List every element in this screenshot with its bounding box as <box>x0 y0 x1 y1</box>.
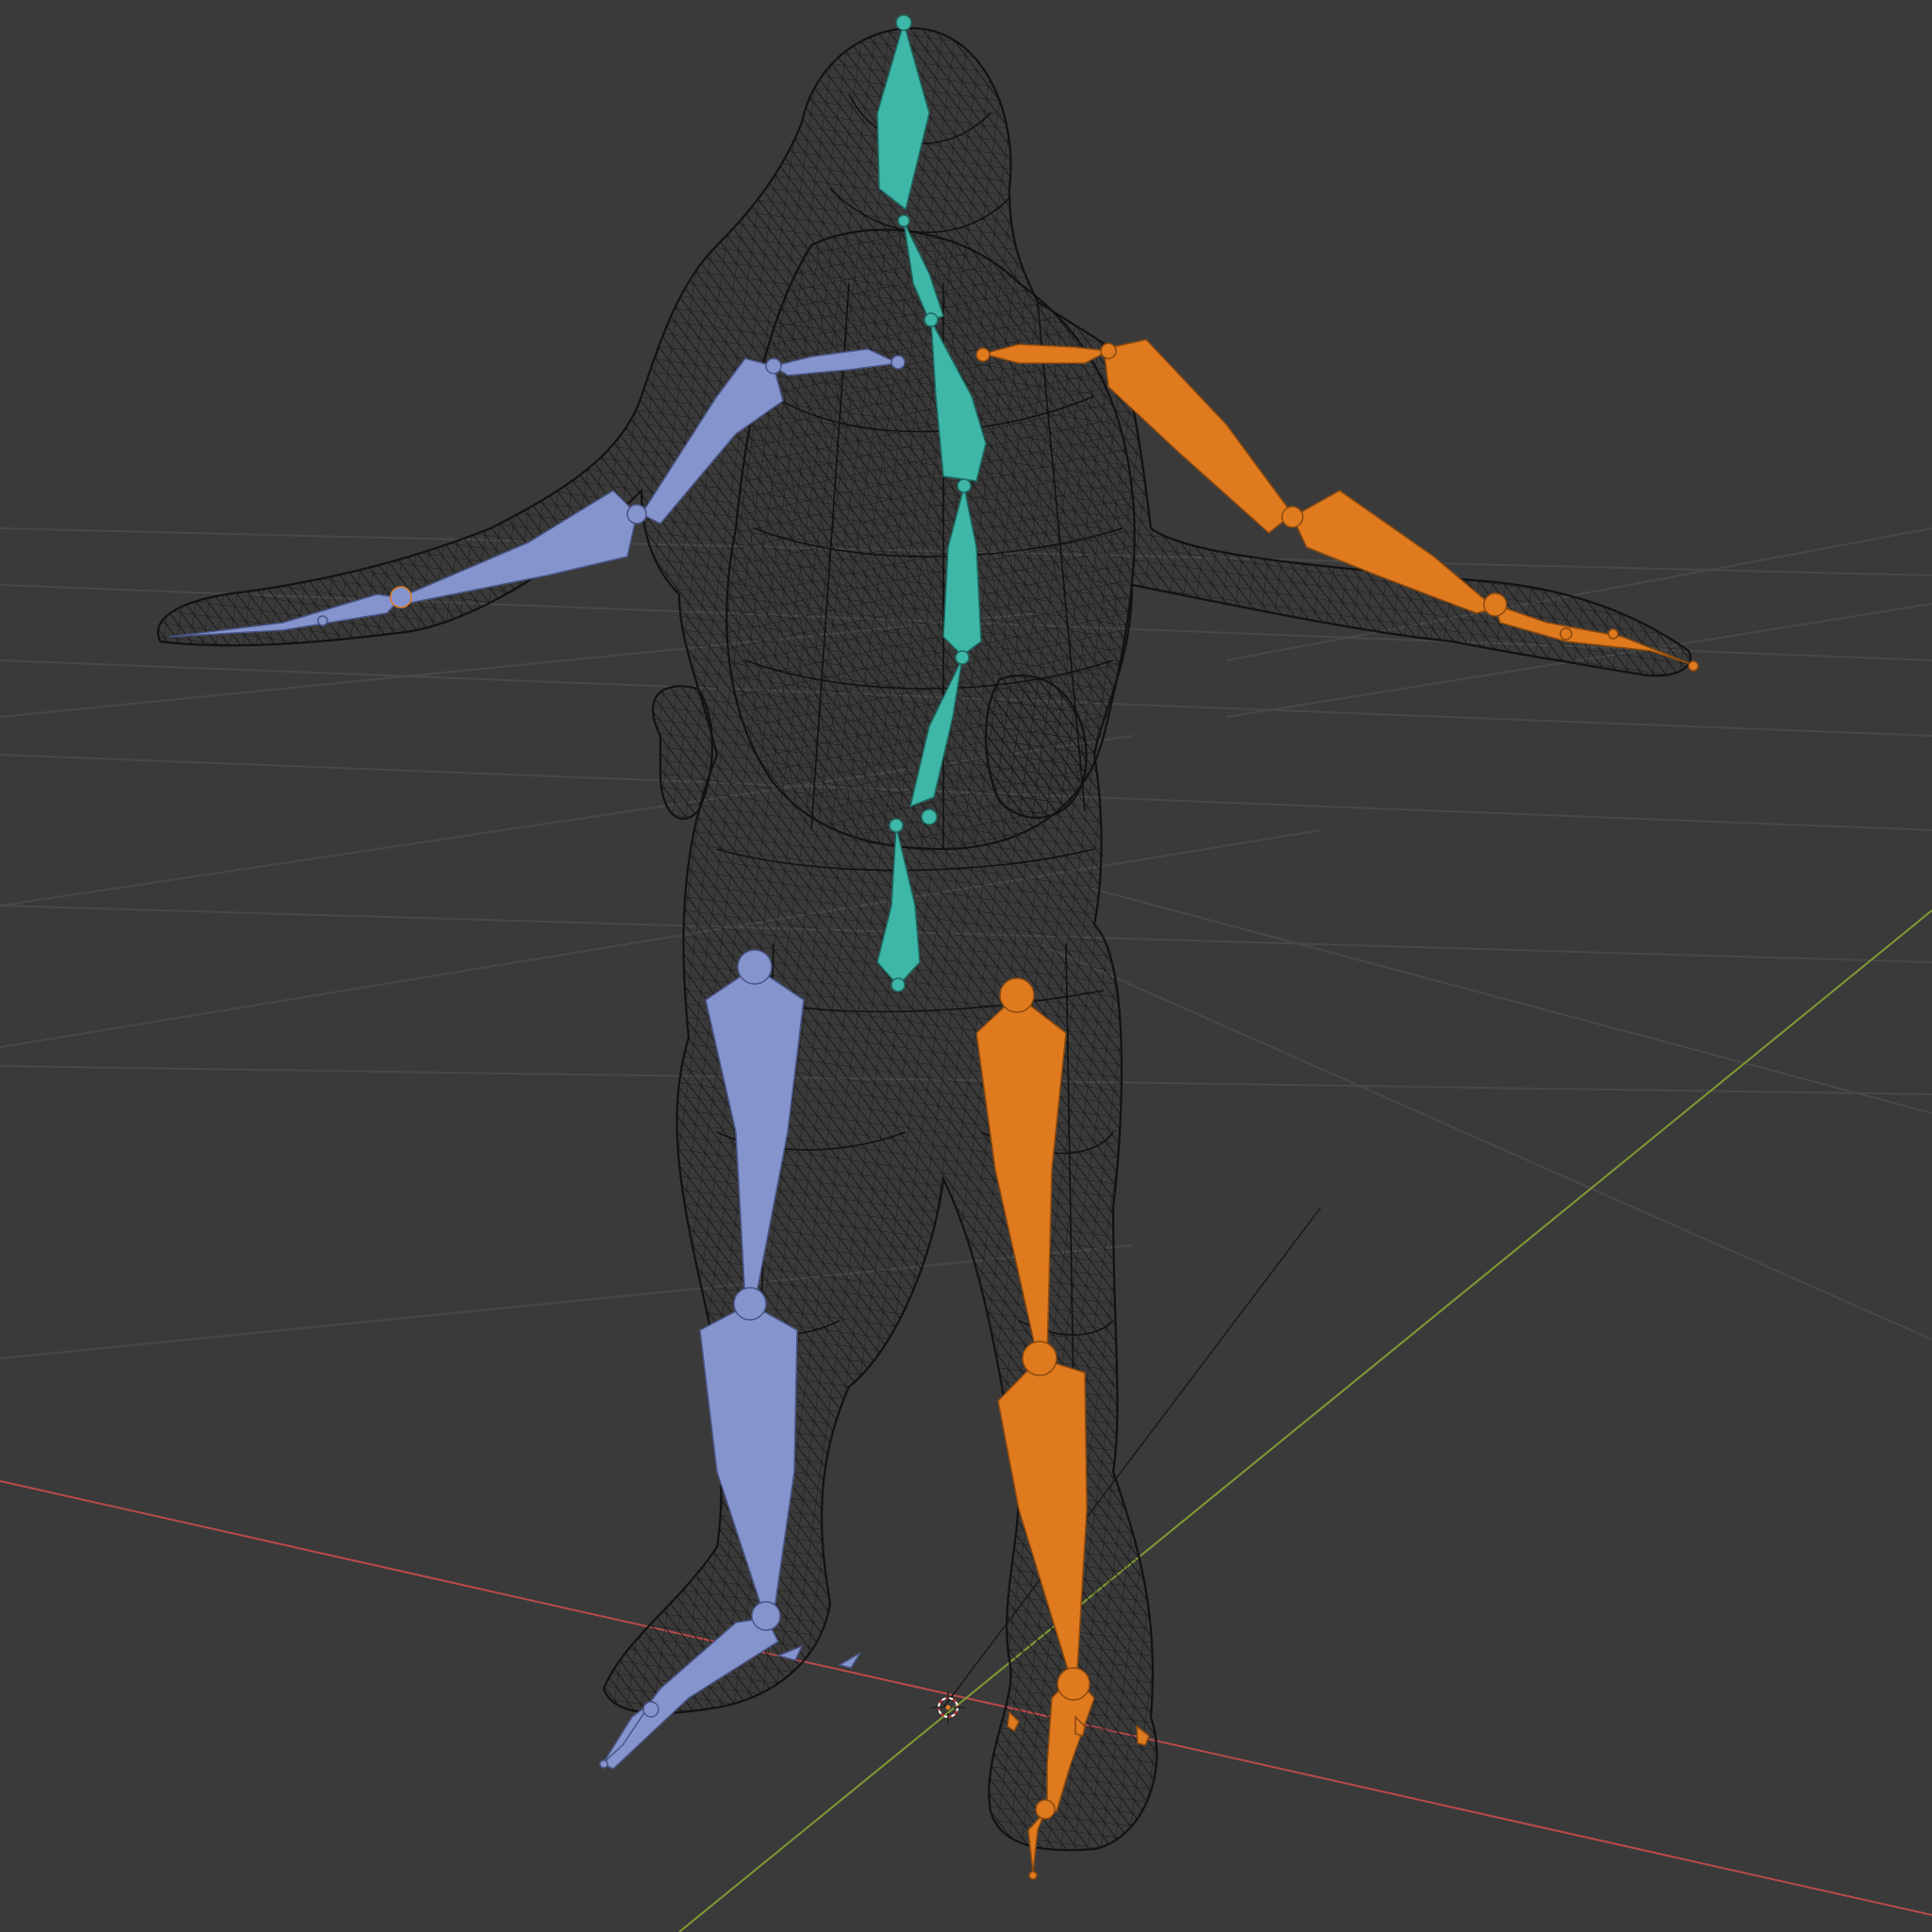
joint-left-toe-base[interactable] <box>642 1701 659 1718</box>
joint-head-top[interactable] <box>895 14 912 31</box>
joint-left-shoulder[interactable] <box>765 358 782 375</box>
joint-left-clavicle-end[interactable] <box>891 355 906 370</box>
joint-right-hip[interactable] <box>999 977 1035 1013</box>
joint-spine-1[interactable] <box>924 312 939 327</box>
3d-viewport[interactable] <box>0 0 1932 1932</box>
joint-right-finger-tip[interactable] <box>1688 660 1699 672</box>
joint-hip[interactable] <box>889 818 904 833</box>
joint-left-elbow[interactable] <box>626 504 647 525</box>
joint-left-knee[interactable] <box>733 1287 767 1321</box>
joint-right-elbow[interactable] <box>1281 506 1304 528</box>
joint-spine-2[interactable] <box>957 478 972 493</box>
joint-spine-4[interactable] <box>921 808 938 825</box>
viewport-canvas[interactable] <box>0 0 1932 1932</box>
joint-left-ankle[interactable] <box>751 1601 781 1631</box>
joint-right-toe-tip[interactable] <box>1028 1871 1038 1880</box>
joint-pelvis-end[interactable] <box>891 977 906 992</box>
joint-neck[interactable] <box>897 214 910 227</box>
joint-right-toe-base[interactable] <box>1035 1799 1056 1820</box>
joint-left-hip[interactable] <box>737 949 773 985</box>
joint-left-finger[interactable] <box>317 615 328 626</box>
joint-left-wrist[interactable] <box>390 586 412 608</box>
joint-right-finger-2[interactable] <box>1607 628 1619 640</box>
joint-right-clavicle-end[interactable] <box>975 347 991 362</box>
joint-right-knee[interactable] <box>1022 1341 1058 1376</box>
joint-spine-3[interactable] <box>955 650 970 665</box>
joint-right-ankle[interactable] <box>1057 1667 1091 1701</box>
joint-right-wrist[interactable] <box>1483 592 1507 617</box>
joint-right-shoulder[interactable] <box>1100 342 1117 359</box>
joint-left-toe-tip[interactable] <box>599 1759 608 1769</box>
joint-right-finger-1[interactable] <box>1559 627 1573 641</box>
